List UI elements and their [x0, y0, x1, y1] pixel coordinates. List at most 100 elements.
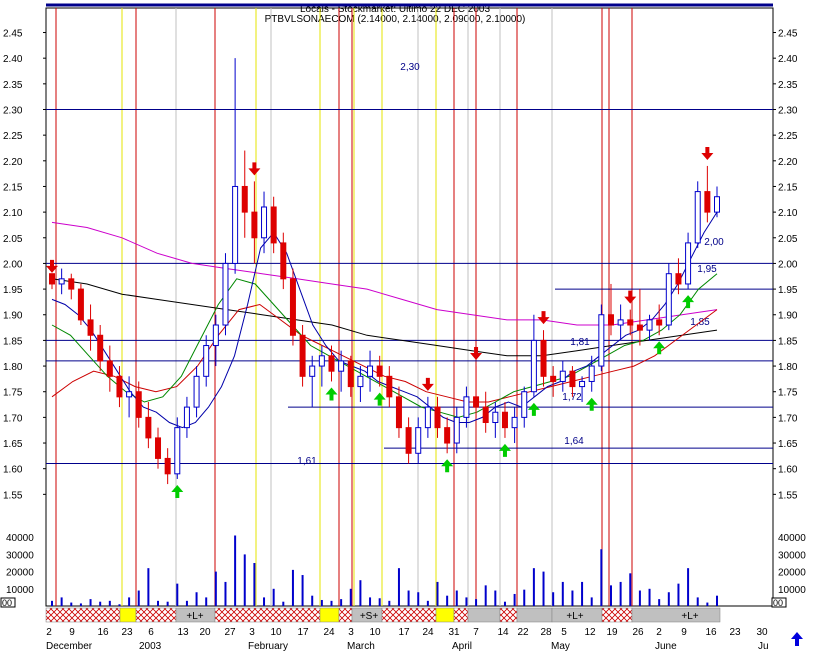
x-month-label: February	[248, 641, 288, 651]
signal-band-label: +L+	[186, 611, 203, 622]
candle-body	[309, 365, 316, 377]
volume-tick-label-left: 30000	[6, 550, 34, 561]
level-label: 2,30	[400, 62, 420, 73]
candle-body	[627, 319, 634, 326]
candle-body	[646, 319, 653, 331]
signal-band-segment	[453, 607, 469, 623]
price-tick-label-right: 2.45	[778, 29, 798, 40]
signal-band-segment	[381, 607, 437, 623]
candle-body	[203, 345, 210, 377]
signal-arrow-up-icon	[585, 397, 598, 411]
x-day-tick-label: 19	[606, 627, 618, 638]
candle-body	[617, 319, 624, 326]
candle-body	[607, 314, 614, 326]
level-label: 2,00	[704, 237, 724, 248]
candle-body	[675, 273, 682, 285]
signal-arrow-up-icon	[325, 387, 338, 401]
x-day-tick-label: 27	[224, 627, 236, 638]
price-tick-label-left: 2.10	[3, 208, 23, 219]
candle-body	[694, 191, 701, 244]
candle-body	[521, 391, 528, 418]
candle-body	[280, 242, 287, 280]
candle-body	[492, 411, 499, 424]
candle-body	[656, 319, 663, 326]
price-tick-label-left: 1.70	[3, 413, 23, 424]
candle-body	[685, 242, 692, 285]
candle-body	[68, 278, 75, 290]
moving-average-magenta	[51, 221, 718, 326]
volume-tick-label-right: 10000	[778, 585, 806, 596]
x-day-tick-label: 13	[177, 627, 189, 638]
x-day-tick-label: 17	[398, 627, 410, 638]
price-tick-label-left: 2.05	[3, 234, 23, 245]
candle-body	[155, 437, 162, 459]
price-tick-label-left: 1.65	[3, 439, 23, 450]
signal-band-segment	[135, 607, 177, 623]
x-day-tick-label: 14	[497, 627, 509, 638]
candle-body	[714, 196, 720, 213]
x-month-label: May	[551, 641, 570, 651]
candle-body	[453, 416, 460, 444]
signal-arrow-up-icon	[171, 484, 184, 498]
signal-band-label: +S+	[360, 611, 379, 622]
candle-body	[212, 324, 219, 347]
candle-body	[87, 319, 94, 336]
candle-body	[183, 406, 190, 429]
candle-body	[598, 314, 605, 367]
volume-tick-label-right: 30000	[778, 550, 806, 561]
candle-body	[482, 406, 489, 424]
candle-body	[511, 416, 518, 429]
candle-body	[424, 406, 431, 429]
price-tick-label-right: 1.95	[778, 285, 798, 296]
price-tick-label-right: 1.60	[778, 465, 798, 476]
x-day-tick-label: 3	[249, 627, 255, 638]
price-tick-label-left: 2.20	[3, 157, 23, 168]
x-day-tick-label: 23	[729, 627, 741, 638]
price-tick-label-right: 1.80	[778, 362, 798, 373]
x-day-tick-label: 10	[270, 627, 282, 638]
candle-body	[77, 288, 84, 321]
x-day-tick-label: 20	[199, 627, 211, 638]
level-label: 1,81	[570, 337, 590, 348]
price-tick-label-left: 1.95	[3, 285, 23, 296]
candle-body	[376, 365, 383, 377]
price-tick-label-left: 1.55	[3, 490, 23, 501]
candle-body	[241, 185, 248, 213]
candle-body	[540, 339, 547, 377]
x-day-tick-label: 24	[422, 627, 434, 638]
candle-body	[328, 355, 335, 372]
moving-average-black	[51, 278, 718, 357]
candle-body	[251, 211, 258, 239]
price-tick-label-right: 1.65	[778, 439, 798, 450]
price-tick-label-right: 1.85	[778, 336, 798, 347]
signal-band-segment	[319, 607, 340, 623]
price-tick-label-left: 2.30	[3, 105, 23, 116]
price-tick-label-right: 1.75	[778, 388, 798, 399]
volume-tick-label-left: 20000	[6, 568, 34, 579]
candle-body	[106, 360, 113, 377]
candle-body	[357, 375, 364, 388]
chart-canvas: Locais - Stockmarket: Ultimo 22 DEC 2003…	[0, 3, 806, 652]
price-tick-label-right: 2.25	[778, 131, 798, 142]
candle-body	[395, 396, 402, 429]
candle-body	[665, 273, 672, 326]
signal-arrow-down-icon	[537, 311, 550, 325]
x-day-tick-label: 30	[756, 627, 768, 638]
signal-band-label: +L+	[681, 611, 698, 622]
signal-band-segment	[214, 607, 321, 623]
price-tick-label-right: 1.90	[778, 311, 798, 322]
x-day-tick-label: 24	[323, 627, 335, 638]
candle-body	[58, 278, 65, 285]
x-month-label: June	[655, 641, 677, 651]
candle-body	[135, 391, 142, 418]
x-day-tick-label: 3	[348, 627, 354, 638]
moving-average-blue	[51, 211, 718, 429]
volume-tick-label-right: 40000	[778, 533, 806, 544]
x-day-tick-label: 9	[69, 627, 75, 638]
signal-arrow-down-icon	[470, 347, 483, 361]
x-day-tick-label: 16	[705, 627, 717, 638]
price-tick-label-right: 1.55	[778, 490, 798, 501]
x-month-label: 2003	[139, 641, 162, 651]
signal-band-label: +L+	[566, 611, 583, 622]
candle-body	[704, 191, 711, 213]
